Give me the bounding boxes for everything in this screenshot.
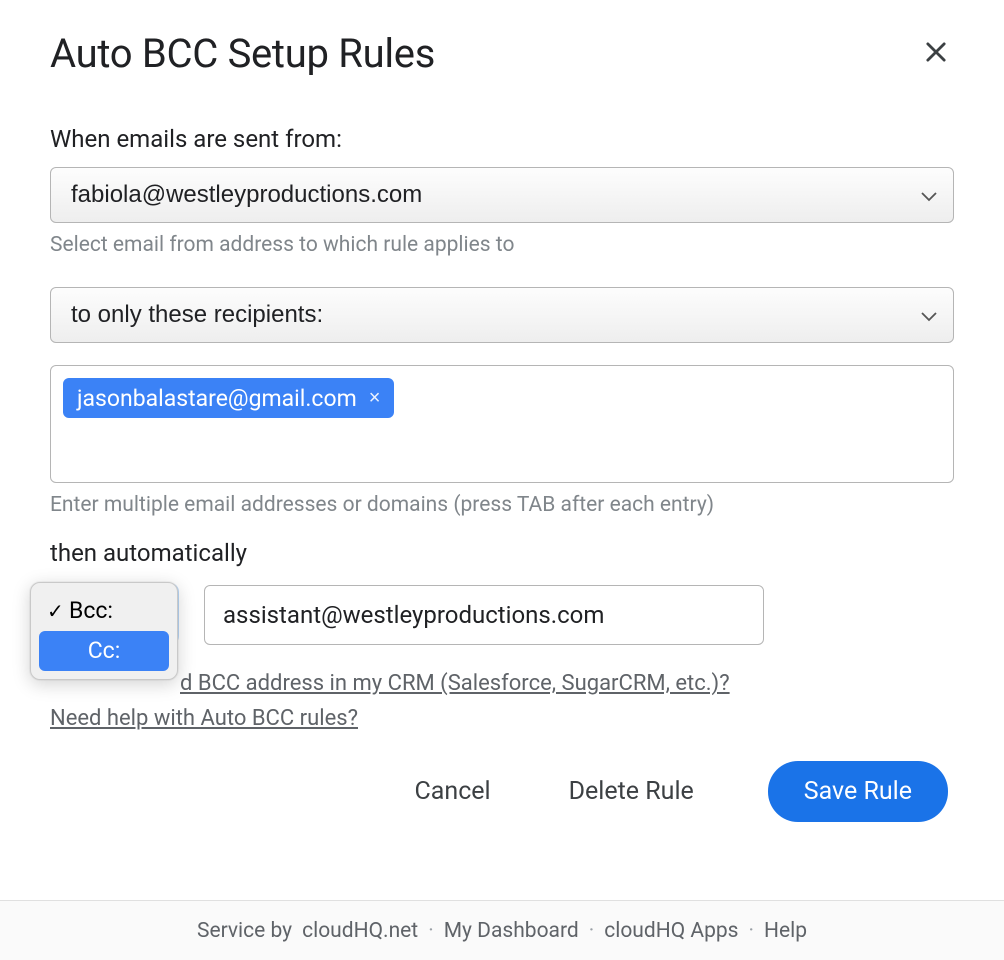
delete-rule-button[interactable]: Delete Rule	[565, 769, 698, 814]
auto-bcc-dialog: Auto BCC Setup Rules When emails are sen…	[0, 0, 1004, 822]
footer-help-link[interactable]: Help	[764, 919, 807, 943]
footer-separator: ·	[428, 919, 434, 943]
chip-remove-button[interactable]: ×	[367, 387, 383, 410]
recipients-scope-wrap: to only these recipients:	[50, 287, 954, 343]
help-link-crm[interactable]: d BCC address in my CRM (Salesforce, Sug…	[50, 671, 954, 696]
chevron-down-icon	[921, 181, 937, 209]
bcc-cc-dropdown: ✓ Bcc: Cc:	[30, 582, 178, 680]
option-label: Bcc:	[69, 597, 113, 624]
option-label: Cc:	[88, 637, 121, 664]
from-select-value: fabiola@westleyproductions.com	[71, 181, 422, 209]
dialog-buttons: Cancel Delete Rule Save Rule	[50, 761, 954, 822]
help-links: d BCC address in my CRM (Salesforce, Sug…	[50, 671, 954, 731]
recipients-input[interactable]: jasonbalastare@gmail.com ×	[50, 365, 954, 483]
action-row: ✓ Bcc: Cc:	[50, 585, 954, 645]
dropdown-option-bcc[interactable]: ✓ Bcc:	[39, 591, 169, 631]
from-hint: Select email from address to which rule …	[50, 233, 954, 257]
footer-apps-link[interactable]: cloudHQ Apps	[604, 919, 738, 943]
recipients-scope-value: to only these recipients:	[71, 301, 323, 329]
help-link-rules[interactable]: Need help with Auto BCC rules?	[50, 706, 954, 731]
chevron-down-icon	[921, 301, 937, 329]
close-icon	[922, 38, 950, 66]
chip-label: jasonbalastare@gmail.com	[77, 385, 357, 412]
from-select[interactable]: fabiola@westleyproductions.com	[50, 167, 954, 223]
from-select-wrap: fabiola@westleyproductions.com	[50, 167, 954, 223]
dropdown-option-cc[interactable]: Cc:	[39, 631, 169, 671]
recipients-scope-select[interactable]: to only these recipients:	[50, 287, 954, 343]
footer-service-prefix: Service by	[197, 919, 292, 943]
then-label: then automatically	[50, 539, 954, 567]
footer-separator: ·	[749, 919, 755, 943]
from-label: When emails are sent from:	[50, 125, 954, 153]
footer-service-link[interactable]: cloudHQ.net	[302, 919, 418, 943]
save-rule-button[interactable]: Save Rule	[768, 761, 948, 822]
dialog-title: Auto BCC Setup Rules	[50, 30, 435, 77]
recipients-hint: Enter multiple email addresses or domain…	[50, 493, 954, 517]
footer-dashboard-link[interactable]: My Dashboard	[444, 919, 579, 943]
check-icon: ✓	[47, 599, 69, 623]
dialog-header: Auto BCC Setup Rules	[50, 30, 954, 77]
bcc-cc-select-wrap: ✓ Bcc: Cc:	[50, 586, 176, 645]
footer-separator: ·	[589, 919, 595, 943]
footer: Service by cloudHQ.net · My Dashboard · …	[0, 900, 1004, 960]
target-email-input[interactable]	[204, 585, 764, 645]
recipient-chip: jasonbalastare@gmail.com ×	[63, 378, 394, 418]
cancel-button[interactable]: Cancel	[411, 769, 495, 814]
close-button[interactable]	[918, 34, 954, 73]
